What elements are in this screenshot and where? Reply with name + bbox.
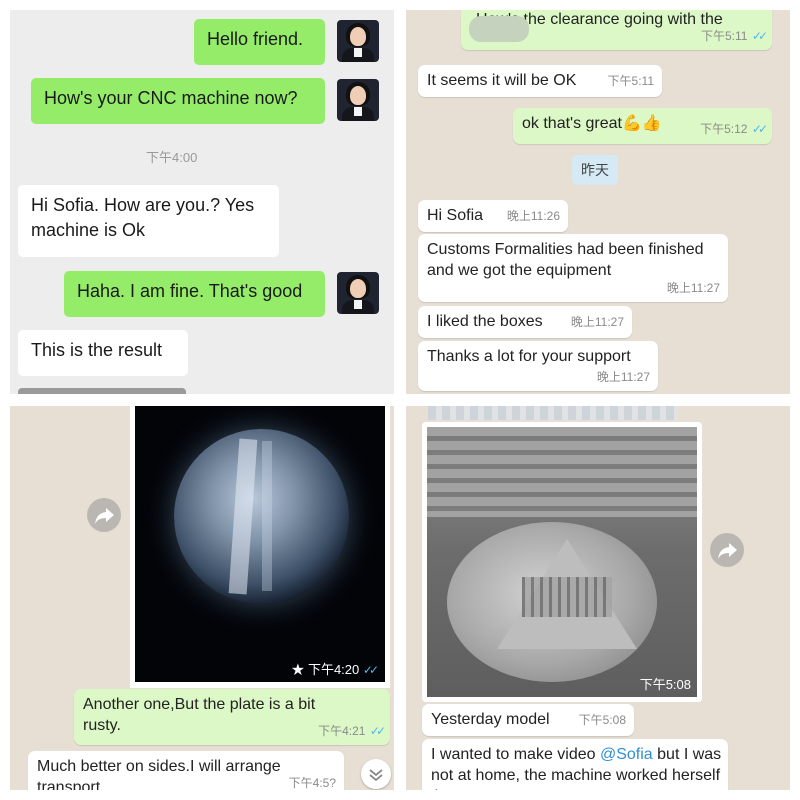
forward-icon (718, 543, 737, 559)
message-time: 下午5:08 (578, 713, 626, 727)
image-message[interactable]: 下午5:08 (422, 422, 702, 702)
message-text: Haha. I am fine. That's good (77, 281, 303, 301)
message-bubble-outgoing[interactable]: Haha. I am fine. That's good (64, 271, 325, 317)
message-bubble-outgoing[interactable]: Another one,But the plate is a bit rusty… (74, 689, 390, 745)
message-bubble-outgoing[interactable]: How's your CNC machine now? (31, 78, 325, 124)
mention-link[interactable]: @Sofia (600, 746, 653, 763)
forward-icon (95, 508, 114, 524)
message-text: This is the result (31, 340, 163, 360)
read-receipt-icon: ✓✓ (751, 122, 768, 136)
message-bubble-incoming[interactable]: It seems it will be OK 下午5:11 (418, 65, 662, 97)
star-icon: ★ (291, 662, 305, 677)
message-bubble-incoming[interactable]: Hi Sofia 晚上11:26 (418, 200, 568, 232)
porthole-view (174, 429, 349, 604)
message-time: 下午4:5? (288, 776, 336, 790)
emoji-icon: 💪👍 (622, 115, 662, 132)
photo-cnc-part[interactable]: 下午5:08 (427, 427, 697, 697)
message-time: 晚上11:27 (570, 315, 624, 329)
read-receipt-icon: ✓✓ (369, 724, 386, 738)
avatar[interactable] (337, 79, 379, 121)
message-text: Yesterday model (431, 711, 550, 728)
date-divider: 昨天 (572, 155, 618, 185)
avatar[interactable] (337, 20, 379, 62)
message-bubble-incoming[interactable]: This is the result (18, 330, 188, 376)
scroll-down-button[interactable] (361, 759, 391, 789)
message-bubble-incoming[interactable]: I liked the boxes 晚上11:27 (418, 306, 632, 338)
message-bubble-outgoing[interactable]: Hello friend. (194, 19, 325, 65)
message-time: 下午5:11 (607, 74, 654, 88)
message-bubble-incoming[interactable]: I wanted to make video @Sofia but I was … (422, 739, 728, 790)
message-bubble-incoming[interactable]: Yesterday model 下午5:08 (422, 704, 634, 736)
message-bubble-outgoing[interactable]: ok that's great💪👍 下午5:12 ✓✓ (513, 108, 772, 144)
message-time: 晚上11:27 (596, 370, 650, 384)
image-thumbnail-partial[interactable] (18, 388, 186, 394)
whatsapp-photo-panel: ★ 下午4:20 ✓✓ Another one,But the plate is… (10, 406, 394, 790)
forward-button[interactable] (710, 533, 744, 567)
message-text: Hi Sofia. How are you.? Yes machine is O… (31, 195, 255, 240)
message-bubble-incoming[interactable]: Thanks a lot for your support 晚上11:27 (418, 341, 658, 391)
photo-time: 下午5:08 (639, 677, 691, 692)
message-bubble-incoming[interactable]: Much better on sides.I will arrange tran… (28, 751, 344, 790)
message-text: It seems it will be OK (427, 72, 577, 89)
message-time: 晚上11:26 (506, 209, 560, 223)
read-receipt-icon: ✓✓ (362, 663, 379, 677)
message-time: 晚上11:27 (666, 281, 720, 295)
message-text: Hi Sofia (427, 207, 484, 224)
blurred-sender-name (428, 406, 678, 420)
message-text: How's your CNC machine now? (44, 88, 298, 108)
message-time: 下午5:11 (700, 29, 748, 43)
wechat-chat-panel: Hello friend. How's your CNC machine now… (10, 10, 394, 394)
message-text: Another one,But the plate is a bit rusty… (83, 696, 316, 734)
message-text: I liked the boxes (427, 313, 543, 330)
message-text: Hello friend. (207, 29, 304, 49)
forward-button[interactable] (87, 498, 121, 532)
blurred-region (469, 16, 529, 42)
message-bubble-outgoing[interactable]: How's the clearance going with the 下午5:1… (461, 10, 772, 50)
message-time: 下午5:12 (700, 122, 748, 136)
message-text: I wanted to make video @Sofia but I was … (431, 746, 722, 790)
avatar[interactable] (337, 272, 379, 314)
photo-time: 下午4:20 (307, 662, 360, 677)
whatsapp-chat-panel: How's the clearance going with the 下午5:1… (406, 10, 790, 394)
chat-timestamp: 下午4:00 (146, 150, 198, 165)
message-text: ok that's great (522, 115, 622, 132)
message-bubble-incoming[interactable]: Hi Sofia. How are you.? Yes machine is O… (18, 185, 279, 257)
image-message[interactable]: ★ 下午4:20 ✓✓ (130, 406, 390, 688)
read-receipt-icon: ✓✓ (751, 29, 768, 43)
chevron-down-icon (369, 769, 383, 782)
photo-porthole[interactable]: ★ 下午4:20 ✓✓ (135, 406, 385, 682)
message-text: Much better on sides.I will arrange tran… (37, 758, 281, 790)
message-text: Thanks a lot for your support (427, 348, 631, 365)
message-bubble-incoming[interactable]: Customs Formalities had been finished an… (418, 234, 728, 302)
message-time: 下午4:21 (318, 724, 366, 738)
message-text: Customs Formalities had been finished an… (427, 241, 704, 279)
whatsapp-photo-panel: 下午5:08 Yesterday model 下午5:08 I wanted t… (406, 406, 790, 790)
